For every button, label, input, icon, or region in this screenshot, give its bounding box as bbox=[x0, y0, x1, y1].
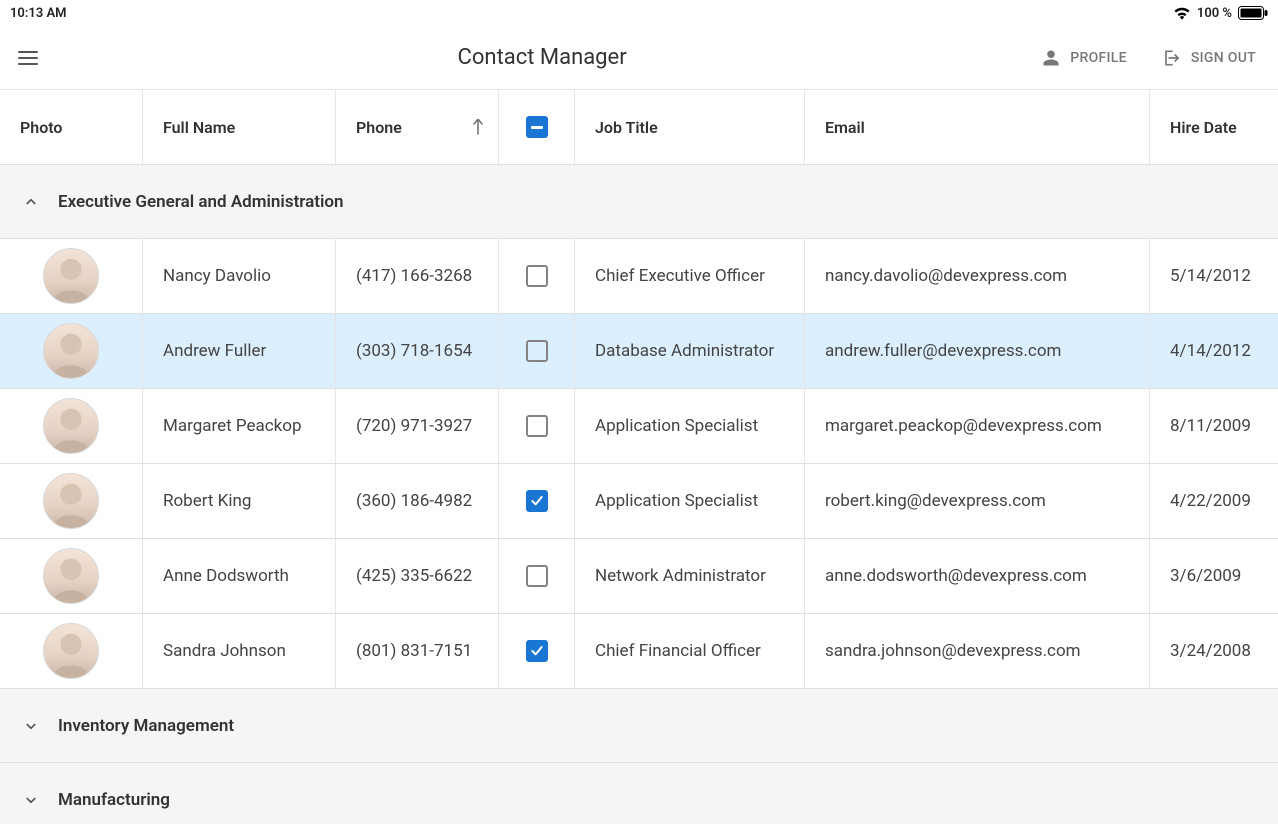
column-header-email[interactable]: Email bbox=[805, 90, 1150, 164]
status-bar: 10:13 AM 100 % bbox=[0, 0, 1278, 26]
cell-photo bbox=[0, 389, 143, 463]
row-checkbox[interactable] bbox=[526, 640, 548, 662]
cell-fullname: Margaret Peackop bbox=[143, 389, 336, 463]
cell-hiredate: 8/11/2009 bbox=[1150, 389, 1278, 463]
table-row[interactable]: Nancy Davolio(417) 166-3268 Chief Executi… bbox=[0, 239, 1278, 314]
cell-jobtitle: Database Administrator bbox=[575, 314, 805, 388]
cell-phone: (801) 831-7151 bbox=[336, 614, 499, 688]
avatar bbox=[43, 323, 99, 379]
cell-fullname: Sandra Johnson bbox=[143, 614, 336, 688]
cell-email: robert.king@devexpress.com bbox=[805, 464, 1150, 538]
group-label: Executive General and Administration bbox=[58, 192, 344, 212]
cell-email: margaret.peackop@devexpress.com bbox=[805, 389, 1150, 463]
status-right: 100 % bbox=[1173, 6, 1268, 21]
cell-hiredate: 4/14/2012 bbox=[1150, 314, 1278, 388]
cell-photo bbox=[0, 539, 143, 613]
battery-percent: 100 % bbox=[1197, 6, 1232, 21]
cell-fullname: Anne Dodsworth bbox=[143, 539, 336, 613]
cell-phone: (417) 166-3268 bbox=[336, 239, 499, 313]
profile-label: PROFILE bbox=[1070, 50, 1127, 66]
column-header-select[interactable] bbox=[499, 90, 575, 164]
cell-jobtitle: Network Administrator bbox=[575, 539, 805, 613]
cell-select bbox=[499, 389, 575, 463]
cell-hiredate: 4/22/2009 bbox=[1150, 464, 1278, 538]
row-checkbox[interactable] bbox=[526, 490, 548, 512]
select-all-checkbox[interactable] bbox=[526, 116, 548, 138]
cell-photo bbox=[0, 464, 143, 538]
cell-hiredate: 3/6/2009 bbox=[1150, 539, 1278, 613]
cell-photo bbox=[0, 314, 143, 388]
cell-select bbox=[499, 314, 575, 388]
person-icon bbox=[1042, 49, 1060, 67]
app-toolbar: Contact Manager PROFILE SIGN OUT bbox=[0, 26, 1278, 90]
cell-jobtitle: Application Specialist bbox=[575, 464, 805, 538]
cell-photo bbox=[0, 239, 143, 313]
signout-button[interactable]: SIGN OUT bbox=[1161, 48, 1256, 68]
menu-icon[interactable] bbox=[18, 46, 42, 70]
column-header-hiredate[interactable]: Hire Date bbox=[1150, 90, 1278, 164]
sort-asc-icon bbox=[472, 119, 484, 135]
avatar bbox=[43, 548, 99, 604]
cell-jobtitle: Chief Financial Officer bbox=[575, 614, 805, 688]
row-checkbox[interactable] bbox=[526, 265, 548, 287]
cell-phone: (360) 186-4982 bbox=[336, 464, 499, 538]
column-header-fullname[interactable]: Full Name bbox=[143, 90, 336, 164]
page-title: Contact Manager bbox=[458, 45, 627, 70]
cell-select bbox=[499, 614, 575, 688]
group-header[interactable]: Inventory Management bbox=[0, 689, 1278, 763]
cell-select bbox=[499, 539, 575, 613]
cell-jobtitle: Chief Executive Officer bbox=[575, 239, 805, 313]
column-header-photo[interactable]: Photo bbox=[0, 90, 143, 164]
signout-label: SIGN OUT bbox=[1191, 50, 1256, 66]
column-header-jobtitle[interactable]: Job Title bbox=[575, 90, 805, 164]
chevron-down-icon bbox=[22, 791, 40, 809]
row-checkbox[interactable] bbox=[526, 415, 548, 437]
row-checkbox[interactable] bbox=[526, 340, 548, 362]
cell-email: anne.dodsworth@devexpress.com bbox=[805, 539, 1150, 613]
cell-phone: (720) 971-3927 bbox=[336, 389, 499, 463]
cell-phone: (303) 718-1654 bbox=[336, 314, 499, 388]
avatar bbox=[43, 623, 99, 679]
row-checkbox[interactable] bbox=[526, 565, 548, 587]
chevron-up-icon bbox=[22, 193, 40, 211]
cell-email: andrew.fuller@devexpress.com bbox=[805, 314, 1150, 388]
group-label: Inventory Management bbox=[58, 716, 234, 736]
table-row[interactable]: Robert King(360) 186-4982 Application Spe… bbox=[0, 464, 1278, 539]
status-time: 10:13 AM bbox=[10, 6, 67, 21]
cell-jobtitle: Application Specialist bbox=[575, 389, 805, 463]
group-header[interactable]: Executive General and Administration bbox=[0, 165, 1278, 239]
cell-email: sandra.johnson@devexpress.com bbox=[805, 614, 1150, 688]
chevron-down-icon bbox=[22, 717, 40, 735]
wifi-icon bbox=[1173, 6, 1191, 20]
column-header-phone[interactable]: Phone bbox=[336, 90, 499, 164]
cell-phone: (425) 335-6622 bbox=[336, 539, 499, 613]
group-header[interactable]: Manufacturing bbox=[0, 763, 1278, 824]
cell-fullname: Andrew Fuller bbox=[143, 314, 336, 388]
group-label: Manufacturing bbox=[58, 790, 170, 810]
table-row[interactable]: Sandra Johnson(801) 831-7151 Chief Financ… bbox=[0, 614, 1278, 689]
avatar bbox=[43, 398, 99, 454]
signout-icon bbox=[1161, 48, 1181, 68]
avatar bbox=[43, 473, 99, 529]
table-row[interactable]: Andrew Fuller(303) 718-1654 Database Admi… bbox=[0, 314, 1278, 389]
cell-photo bbox=[0, 614, 143, 688]
battery-icon bbox=[1238, 6, 1268, 20]
profile-button[interactable]: PROFILE bbox=[1042, 49, 1127, 67]
table-row[interactable]: Margaret Peackop(720) 971-3927 Applicatio… bbox=[0, 389, 1278, 464]
cell-hiredate: 3/24/2008 bbox=[1150, 614, 1278, 688]
cell-fullname: Nancy Davolio bbox=[143, 239, 336, 313]
cell-fullname: Robert King bbox=[143, 464, 336, 538]
cell-hiredate: 5/14/2012 bbox=[1150, 239, 1278, 313]
cell-email: nancy.davolio@devexpress.com bbox=[805, 239, 1150, 313]
cell-select bbox=[499, 239, 575, 313]
table-body: Executive General and Administration Nanc… bbox=[0, 165, 1278, 824]
avatar bbox=[43, 248, 99, 304]
table-row[interactable]: Anne Dodsworth(425) 335-6622 Network Admi… bbox=[0, 539, 1278, 614]
table-header: Photo Full Name Phone Job Title Email Hi… bbox=[0, 90, 1278, 165]
cell-select bbox=[499, 464, 575, 538]
